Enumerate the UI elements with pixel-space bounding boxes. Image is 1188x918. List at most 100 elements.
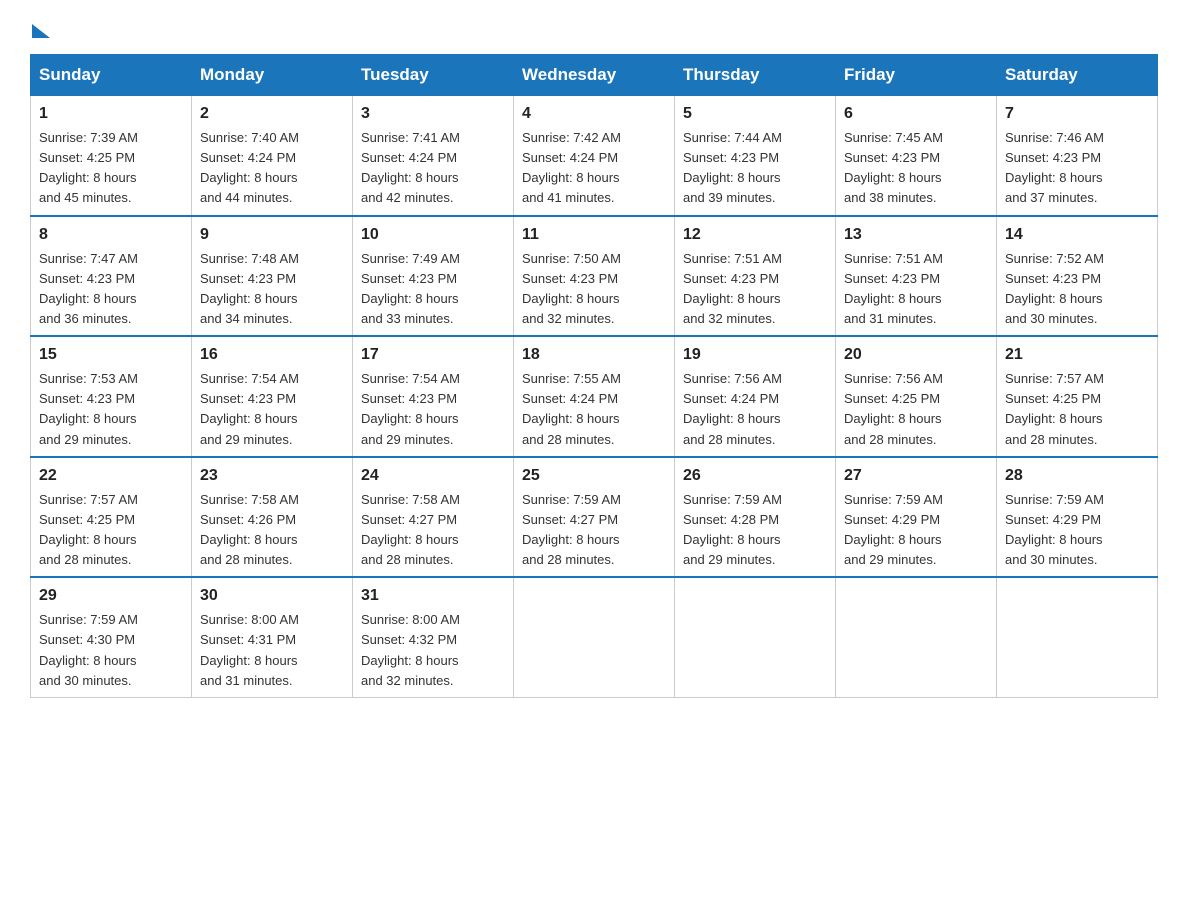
column-header-wednesday: Wednesday [514,55,675,96]
calendar-week-row: 22Sunrise: 7:57 AMSunset: 4:25 PMDayligh… [31,457,1158,578]
page-header [30,20,1158,34]
day-info: Sunrise: 7:57 AMSunset: 4:25 PMDaylight:… [39,490,183,571]
day-info: Sunrise: 7:53 AMSunset: 4:23 PMDaylight:… [39,369,183,450]
day-number: 17 [361,343,505,367]
calendar-cell: 19Sunrise: 7:56 AMSunset: 4:24 PMDayligh… [675,336,836,457]
day-info: Sunrise: 7:47 AMSunset: 4:23 PMDaylight:… [39,249,183,330]
calendar-cell: 4Sunrise: 7:42 AMSunset: 4:24 PMDaylight… [514,96,675,216]
column-header-friday: Friday [836,55,997,96]
day-number: 6 [844,102,988,126]
calendar-cell [675,577,836,697]
day-info: Sunrise: 7:51 AMSunset: 4:23 PMDaylight:… [683,249,827,330]
day-number: 11 [522,223,666,247]
day-number: 30 [200,584,344,608]
day-number: 26 [683,464,827,488]
day-number: 29 [39,584,183,608]
column-header-thursday: Thursday [675,55,836,96]
day-info: Sunrise: 7:59 AMSunset: 4:29 PMDaylight:… [844,490,988,571]
calendar-table: SundayMondayTuesdayWednesdayThursdayFrid… [30,54,1158,698]
day-info: Sunrise: 7:49 AMSunset: 4:23 PMDaylight:… [361,249,505,330]
day-info: Sunrise: 7:45 AMSunset: 4:23 PMDaylight:… [844,128,988,209]
day-info: Sunrise: 7:54 AMSunset: 4:23 PMDaylight:… [200,369,344,450]
day-info: Sunrise: 7:58 AMSunset: 4:26 PMDaylight:… [200,490,344,571]
day-info: Sunrise: 7:46 AMSunset: 4:23 PMDaylight:… [1005,128,1149,209]
calendar-week-row: 15Sunrise: 7:53 AMSunset: 4:23 PMDayligh… [31,336,1158,457]
column-header-monday: Monday [192,55,353,96]
calendar-week-row: 29Sunrise: 7:59 AMSunset: 4:30 PMDayligh… [31,577,1158,697]
day-info: Sunrise: 7:48 AMSunset: 4:23 PMDaylight:… [200,249,344,330]
column-header-tuesday: Tuesday [353,55,514,96]
calendar-cell: 26Sunrise: 7:59 AMSunset: 4:28 PMDayligh… [675,457,836,578]
calendar-week-row: 8Sunrise: 7:47 AMSunset: 4:23 PMDaylight… [31,216,1158,337]
day-info: Sunrise: 8:00 AMSunset: 4:32 PMDaylight:… [361,610,505,691]
day-info: Sunrise: 7:42 AMSunset: 4:24 PMDaylight:… [522,128,666,209]
day-number: 27 [844,464,988,488]
day-number: 31 [361,584,505,608]
day-info: Sunrise: 7:57 AMSunset: 4:25 PMDaylight:… [1005,369,1149,450]
calendar-cell: 18Sunrise: 7:55 AMSunset: 4:24 PMDayligh… [514,336,675,457]
day-info: Sunrise: 7:59 AMSunset: 4:29 PMDaylight:… [1005,490,1149,571]
calendar-cell: 1Sunrise: 7:39 AMSunset: 4:25 PMDaylight… [31,96,192,216]
day-info: Sunrise: 7:40 AMSunset: 4:24 PMDaylight:… [200,128,344,209]
calendar-cell: 30Sunrise: 8:00 AMSunset: 4:31 PMDayligh… [192,577,353,697]
calendar-week-row: 1Sunrise: 7:39 AMSunset: 4:25 PMDaylight… [31,96,1158,216]
day-number: 5 [683,102,827,126]
column-header-saturday: Saturday [997,55,1158,96]
day-number: 23 [200,464,344,488]
day-number: 9 [200,223,344,247]
calendar-cell: 8Sunrise: 7:47 AMSunset: 4:23 PMDaylight… [31,216,192,337]
calendar-cell: 6Sunrise: 7:45 AMSunset: 4:23 PMDaylight… [836,96,997,216]
calendar-cell: 21Sunrise: 7:57 AMSunset: 4:25 PMDayligh… [997,336,1158,457]
day-number: 8 [39,223,183,247]
day-info: Sunrise: 7:52 AMSunset: 4:23 PMDaylight:… [1005,249,1149,330]
day-info: Sunrise: 7:55 AMSunset: 4:24 PMDaylight:… [522,369,666,450]
day-number: 20 [844,343,988,367]
day-number: 15 [39,343,183,367]
day-info: Sunrise: 7:56 AMSunset: 4:25 PMDaylight:… [844,369,988,450]
calendar-cell: 9Sunrise: 7:48 AMSunset: 4:23 PMDaylight… [192,216,353,337]
day-number: 10 [361,223,505,247]
calendar-cell: 14Sunrise: 7:52 AMSunset: 4:23 PMDayligh… [997,216,1158,337]
day-number: 18 [522,343,666,367]
calendar-cell: 28Sunrise: 7:59 AMSunset: 4:29 PMDayligh… [997,457,1158,578]
day-info: Sunrise: 7:59 AMSunset: 4:28 PMDaylight:… [683,490,827,571]
day-number: 21 [1005,343,1149,367]
calendar-cell: 25Sunrise: 7:59 AMSunset: 4:27 PMDayligh… [514,457,675,578]
calendar-cell [997,577,1158,697]
day-number: 2 [200,102,344,126]
day-number: 3 [361,102,505,126]
calendar-cell: 5Sunrise: 7:44 AMSunset: 4:23 PMDaylight… [675,96,836,216]
calendar-cell [836,577,997,697]
calendar-cell: 7Sunrise: 7:46 AMSunset: 4:23 PMDaylight… [997,96,1158,216]
day-info: Sunrise: 7:50 AMSunset: 4:23 PMDaylight:… [522,249,666,330]
calendar-cell: 23Sunrise: 7:58 AMSunset: 4:26 PMDayligh… [192,457,353,578]
day-number: 13 [844,223,988,247]
day-number: 1 [39,102,183,126]
day-number: 19 [683,343,827,367]
day-number: 25 [522,464,666,488]
logo-arrow-icon [32,24,50,38]
day-info: Sunrise: 7:59 AMSunset: 4:27 PMDaylight:… [522,490,666,571]
day-number: 16 [200,343,344,367]
day-info: Sunrise: 7:54 AMSunset: 4:23 PMDaylight:… [361,369,505,450]
day-number: 7 [1005,102,1149,126]
day-info: Sunrise: 7:56 AMSunset: 4:24 PMDaylight:… [683,369,827,450]
calendar-cell: 31Sunrise: 8:00 AMSunset: 4:32 PMDayligh… [353,577,514,697]
calendar-cell: 15Sunrise: 7:53 AMSunset: 4:23 PMDayligh… [31,336,192,457]
day-number: 28 [1005,464,1149,488]
day-info: Sunrise: 7:59 AMSunset: 4:30 PMDaylight:… [39,610,183,691]
day-number: 24 [361,464,505,488]
calendar-cell: 12Sunrise: 7:51 AMSunset: 4:23 PMDayligh… [675,216,836,337]
logo [30,20,50,34]
day-info: Sunrise: 8:00 AMSunset: 4:31 PMDaylight:… [200,610,344,691]
calendar-cell: 27Sunrise: 7:59 AMSunset: 4:29 PMDayligh… [836,457,997,578]
calendar-cell: 17Sunrise: 7:54 AMSunset: 4:23 PMDayligh… [353,336,514,457]
calendar-cell: 16Sunrise: 7:54 AMSunset: 4:23 PMDayligh… [192,336,353,457]
day-info: Sunrise: 7:41 AMSunset: 4:24 PMDaylight:… [361,128,505,209]
calendar-cell: 20Sunrise: 7:56 AMSunset: 4:25 PMDayligh… [836,336,997,457]
calendar-cell: 10Sunrise: 7:49 AMSunset: 4:23 PMDayligh… [353,216,514,337]
calendar-cell: 3Sunrise: 7:41 AMSunset: 4:24 PMDaylight… [353,96,514,216]
calendar-cell: 22Sunrise: 7:57 AMSunset: 4:25 PMDayligh… [31,457,192,578]
day-info: Sunrise: 7:44 AMSunset: 4:23 PMDaylight:… [683,128,827,209]
day-number: 14 [1005,223,1149,247]
